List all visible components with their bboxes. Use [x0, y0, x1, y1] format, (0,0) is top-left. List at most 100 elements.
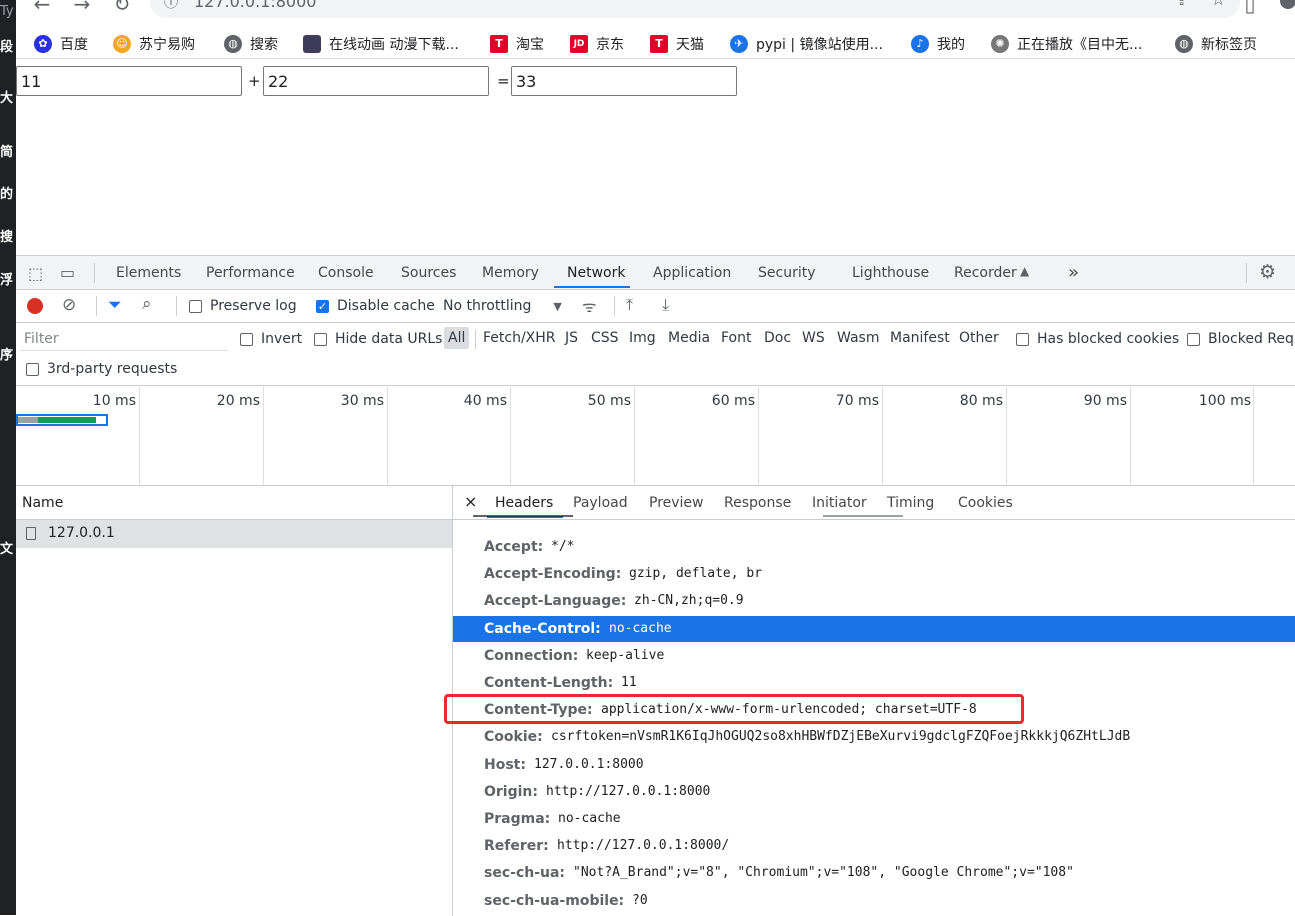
tab-elements[interactable]: Elements — [116, 265, 181, 281]
checkbox[interactable] — [1016, 332, 1029, 346]
header-row[interactable]: sec-ch-ua-mobile: ?0 — [453, 888, 1295, 914]
checkbox[interactable] — [240, 332, 253, 346]
record-icon[interactable] — [27, 298, 43, 314]
blocked-requests-checkbox[interactable]: Blocked Requ — [1187, 331, 1295, 347]
filter-input[interactable]: Filter — [20, 328, 228, 351]
inspect-element-icon[interactable]: ⬚ — [28, 264, 43, 283]
search-icon[interactable]: ⌕ — [142, 294, 152, 314]
filter-icon[interactable]: ⏷ — [108, 295, 122, 315]
detail-tab-cookies[interactable]: Cookies — [958, 495, 1013, 511]
tab-lighthouse[interactable]: Lighthouse — [852, 265, 929, 281]
bookmark-tmall[interactable]: T 天猫 — [650, 34, 704, 54]
device-toolbar-icon[interactable]: ▭ — [60, 263, 75, 282]
reload-icon[interactable]: ↻ — [110, 0, 134, 16]
header-row[interactable]: Connection: keep-alive — [453, 643, 1295, 669]
input-a[interactable]: 11 — [16, 66, 242, 96]
type-filter-css[interactable]: CSS — [591, 330, 619, 346]
type-filter-js[interactable]: JS — [565, 330, 578, 346]
more-tabs-button[interactable]: » — [1068, 262, 1079, 283]
info-icon[interactable]: ⓘ — [164, 0, 178, 12]
bookmark-mine[interactable]: ♪ 我的 — [911, 34, 965, 54]
checkbox[interactable] — [1187, 332, 1200, 346]
header-row[interactable]: Accept-Encoding: gzip, deflate, br — [453, 561, 1295, 587]
detail-tab-timing[interactable]: Timing — [887, 495, 934, 511]
clear-icon[interactable]: ⊘ — [62, 295, 76, 315]
request-row[interactable]: 127.0.0.1 — [16, 520, 452, 548]
name-column-header[interactable]: Name — [16, 486, 452, 520]
header-row[interactable]: sec-ch-ua: "Not?A_Brand";v="8", "Chromium… — [453, 860, 1295, 886]
tab-console[interactable]: Console — [318, 265, 374, 281]
strip-char: 序 — [0, 348, 14, 363]
bookmark-pypi[interactable]: ✈ pypi | 镜像站使用... — [730, 34, 883, 54]
view-source-clipped[interactable] — [823, 515, 903, 520]
type-filter-fetch[interactable]: Fetch/XHR — [483, 330, 556, 346]
detail-tab-preview[interactable]: Preview — [649, 495, 704, 511]
close-icon[interactable]: × — [464, 492, 477, 511]
detail-tab-payload[interactable]: Payload — [573, 495, 628, 511]
header-key: Accept: — [484, 539, 544, 555]
tab-recorder[interactable]: Recorder — [954, 265, 1017, 281]
gear-icon[interactable]: ⚙ — [1259, 261, 1276, 283]
bookmark-search[interactable]: ◍ 搜索 — [224, 34, 278, 54]
hide-data-urls-checkbox[interactable]: Hide data URLs — [314, 331, 442, 347]
header-row[interactable]: Accept: */* — [453, 534, 1295, 560]
type-filter-ws[interactable]: WS — [802, 330, 825, 346]
type-filter-manifest[interactable]: Manifest — [890, 330, 950, 346]
checkbox[interactable] — [26, 362, 39, 376]
type-filter-media[interactable]: Media — [668, 330, 710, 346]
header-row[interactable]: Pragma: no-cache — [453, 806, 1295, 832]
type-filter-wasm[interactable]: Wasm — [837, 330, 879, 346]
type-filter-other[interactable]: Other — [959, 330, 999, 346]
type-filter-img[interactable]: Img — [629, 330, 656, 346]
checkbox[interactable] — [189, 299, 202, 313]
export-har-icon[interactable]: ⤓ — [662, 295, 669, 315]
third-party-checkbox[interactable]: 3rd-party requests — [26, 361, 177, 377]
forward-icon[interactable]: → — [70, 0, 94, 16]
header-row[interactable]: Cookie: csrftoken=nVsmR1K6IqJhOGUQ2so8xhH… — [453, 724, 1295, 750]
type-filter-all[interactable]: All — [444, 327, 470, 349]
header-row[interactable]: Host: 127.0.0.1:8000 — [453, 752, 1295, 778]
checkbox[interactable] — [314, 332, 327, 346]
import-har-icon[interactable]: ⤒ — [626, 295, 633, 315]
preserve-log-checkbox[interactable]: Preserve log — [189, 298, 297, 314]
bookmark-playing[interactable]: ✺ 正在播放《目中无... — [991, 34, 1142, 54]
back-icon[interactable]: ← — [30, 0, 54, 16]
header-row[interactable]: Cache-Control: no-cache — [453, 615, 1295, 642]
throttling-select[interactable]: No throttling ▼ — [443, 298, 562, 314]
side-panel-icon[interactable]: ▯ — [1238, 0, 1262, 16]
bookmark-baidu[interactable]: ✿ 百度 — [34, 34, 88, 54]
invert-checkbox[interactable]: Invert — [240, 331, 302, 347]
tab-memory[interactable]: Memory — [482, 265, 539, 281]
detail-tab-response[interactable]: Response — [724, 495, 791, 511]
disable-cache-checkbox[interactable]: ✓ Disable cache — [316, 298, 435, 314]
star-icon[interactable]: ☆ — [1211, 0, 1226, 10]
jd-icon: JD — [570, 35, 588, 53]
network-conditions-icon[interactable]: ᯤ — [582, 295, 597, 317]
tab-performance[interactable]: Performance — [206, 265, 295, 281]
bookmark-anime[interactable]: 在线动画 动漫下载... — [303, 34, 459, 54]
share-icon[interactable]: ⇪ — [1175, 0, 1188, 9]
type-filter-font[interactable]: Font — [721, 330, 751, 346]
header-row[interactable]: Content-Length: 11 — [453, 670, 1295, 696]
header-row[interactable]: Accept-Language: zh-CN,zh;q=0.9 — [453, 588, 1295, 614]
profile-icon[interactable] — [1280, 0, 1295, 9]
detail-tab-headers[interactable]: Headers — [495, 495, 553, 511]
network-overview-timeline[interactable]: 10 ms 20 ms 30 ms 40 ms 50 ms 60 ms 70 m… — [16, 385, 1295, 486]
header-row[interactable]: Origin: http://127.0.0.1:8000 — [453, 779, 1295, 805]
bookmark-newtab[interactable]: ◍ 新标签页 — [1175, 34, 1257, 54]
tab-security[interactable]: Security — [758, 265, 816, 281]
address-bar[interactable]: ⓘ 127.0.0.1:8000 ⇪ ☆ — [150, 0, 1240, 18]
bookmark-taobao[interactable]: T 淘宝 — [490, 34, 544, 54]
input-b[interactable]: 22 — [263, 66, 489, 96]
tab-network[interactable]: Network — [567, 265, 625, 281]
result-field[interactable]: 33 — [511, 66, 737, 96]
tab-sources[interactable]: Sources — [401, 265, 456, 281]
type-filter-doc[interactable]: Doc — [764, 330, 791, 346]
header-row[interactable]: Referer: http://127.0.0.1:8000/ — [453, 833, 1295, 859]
detail-tab-initiator[interactable]: Initiator — [812, 495, 867, 511]
bookmark-jd[interactable]: JD 京东 — [570, 34, 624, 54]
tab-application[interactable]: Application — [653, 265, 731, 281]
bookmark-suning[interactable]: ☺ 苏宁易购 — [113, 34, 195, 54]
checkbox[interactable]: ✓ — [316, 299, 329, 313]
has-blocked-cookies-checkbox[interactable]: Has blocked cookies — [1016, 331, 1179, 347]
